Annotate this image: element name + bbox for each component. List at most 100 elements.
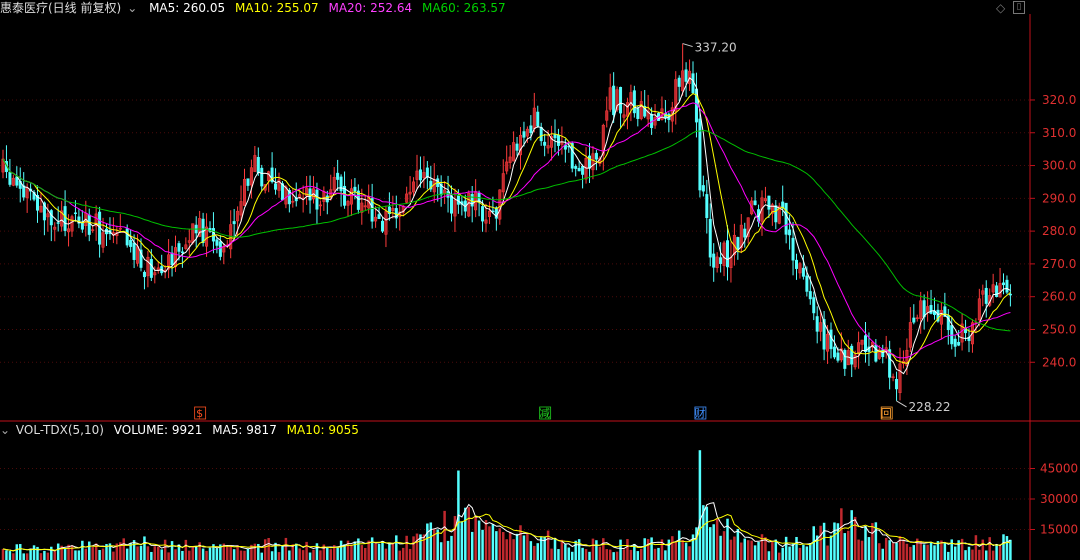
volume-bar	[743, 538, 746, 560]
candle-body	[508, 156, 512, 163]
ma-line-ma10	[2, 93, 1011, 364]
volume-bar	[381, 541, 384, 560]
volume-bar	[236, 545, 239, 560]
volume-bar	[502, 532, 505, 560]
volume-bar	[853, 516, 857, 560]
volume-bar	[778, 552, 781, 560]
candle-body	[1008, 293, 1012, 296]
volume-bar	[612, 552, 615, 560]
volume-bar	[705, 506, 709, 560]
volume-bar	[84, 548, 88, 560]
candle-body	[891, 376, 895, 379]
candle-body	[708, 218, 712, 258]
candle-body	[812, 297, 816, 314]
candle-body	[726, 240, 729, 268]
candle-body	[539, 127, 543, 142]
volume-bar	[974, 535, 978, 560]
volume-bar	[857, 539, 860, 560]
volume-bar	[905, 543, 909, 560]
candle-body	[612, 85, 616, 116]
volume-bar	[460, 521, 464, 560]
price-tick-label: 310.0	[1042, 126, 1076, 140]
volume-bar	[160, 549, 163, 560]
volume-bar	[470, 531, 474, 560]
event-marker: 减	[539, 407, 550, 420]
volume-bar	[243, 550, 246, 560]
candle-body	[149, 259, 153, 278]
candle-body	[280, 183, 284, 201]
candle-body	[801, 267, 805, 277]
price-tick-label: 290.0	[1042, 191, 1076, 205]
volume-bar	[591, 538, 595, 560]
volume-bar	[88, 541, 91, 560]
volume-bar	[822, 522, 826, 560]
volume-bar	[388, 542, 391, 560]
volume-bar	[615, 551, 619, 560]
candle-body	[605, 110, 609, 121]
volume-bar	[981, 539, 985, 560]
volume-bar	[63, 548, 67, 560]
candle-body	[591, 153, 595, 171]
volume-bar	[643, 538, 646, 560]
candle-body	[274, 183, 278, 190]
volume-bar	[909, 546, 912, 560]
volume-bar	[167, 552, 170, 560]
candle-body	[677, 77, 681, 87]
stock-chart[interactable]: 240.0 250.0 260.0 270.0 280.0 290.0 300.0 310.0…	[0, 0, 1080, 560]
candle-body	[101, 232, 105, 248]
volume-bar	[5, 550, 8, 560]
volume-bar	[971, 549, 974, 560]
candle-body	[377, 214, 381, 219]
volume-bar	[995, 544, 998, 560]
volume-bar	[985, 550, 988, 560]
candle-body	[408, 191, 412, 195]
volume-bar	[581, 547, 584, 560]
candle-body	[381, 220, 384, 232]
volume-bar	[729, 539, 733, 560]
volume-bar	[288, 550, 291, 560]
candle-body	[249, 167, 253, 186]
candle-body	[926, 306, 930, 313]
candle-body	[922, 300, 926, 318]
volume-bar	[253, 543, 257, 560]
price-tick-label: 260.0	[1042, 290, 1076, 304]
volume-bar	[491, 524, 495, 560]
volume-bar	[629, 549, 633, 560]
volume-bar	[605, 549, 608, 560]
candle-body	[860, 339, 864, 345]
candle-body	[815, 316, 819, 332]
volume-bar	[498, 528, 502, 560]
volume-bar	[750, 540, 753, 560]
candle-body	[349, 188, 353, 205]
candle-body	[184, 244, 188, 249]
volume-bar	[878, 543, 881, 560]
candle-body	[784, 202, 788, 235]
candle-body	[532, 107, 536, 129]
candle-body	[919, 300, 923, 319]
candle-body	[353, 186, 357, 192]
volume-bar	[446, 540, 450, 560]
volume-bar	[719, 535, 722, 560]
candle-body	[977, 298, 981, 321]
candle-body	[995, 285, 999, 297]
candle-body	[584, 157, 588, 180]
candle-body	[215, 239, 219, 246]
volume-bar	[312, 549, 315, 560]
volume-bar	[891, 543, 895, 560]
event-marker: 回	[881, 407, 892, 420]
candle-body	[791, 237, 795, 261]
candle-body	[170, 252, 174, 266]
volume-bar	[308, 552, 312, 560]
volume-bar	[978, 549, 981, 560]
price-tick-label: 240.0	[1042, 355, 1076, 369]
volume-bar	[101, 548, 105, 560]
volume-bar	[740, 542, 743, 560]
volume-bar	[712, 524, 715, 560]
volume-tick-label: 30000	[1040, 492, 1078, 506]
volume-bar	[795, 536, 798, 560]
volume-bar	[98, 550, 101, 560]
volume-bar	[657, 547, 660, 560]
volume-bar	[598, 546, 602, 560]
volume-bar	[150, 551, 153, 560]
volume-bar	[443, 510, 446, 560]
